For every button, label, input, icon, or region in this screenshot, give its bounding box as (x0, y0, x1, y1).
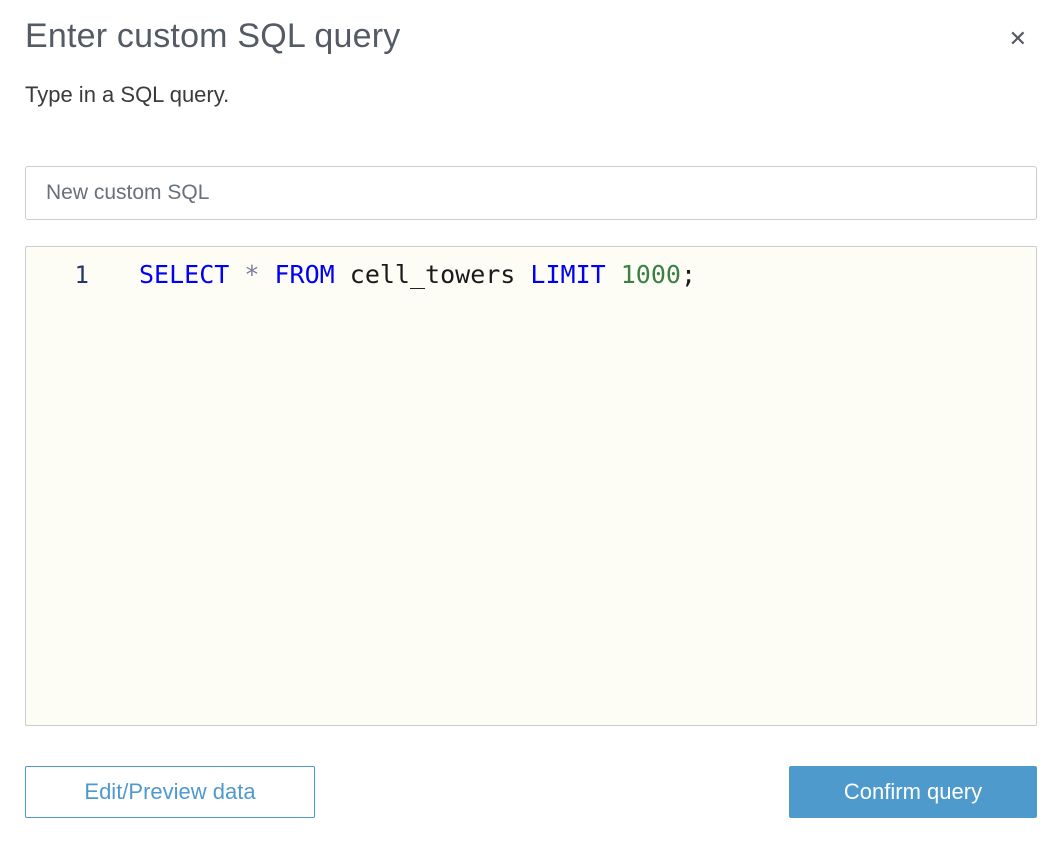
edit-preview-data-button[interactable]: Edit/Preview data (25, 766, 315, 819)
custom-sql-dialog: Enter custom SQL query ✕ Type in a SQL q… (0, 0, 1061, 845)
sql-token-plain (606, 260, 621, 289)
custom-sql-name-input[interactable] (25, 166, 1037, 221)
close-icon[interactable]: ✕ (1005, 24, 1031, 54)
dialog-header: Enter custom SQL query ✕ (25, 16, 1037, 56)
sql-token-keyword: SELECT (139, 260, 230, 290)
sql-token-number: 1000 (620, 260, 681, 290)
sql-token-plain (259, 260, 274, 289)
dialog-subtitle: Type in a SQL query. (25, 82, 230, 108)
dialog-title: Enter custom SQL query (25, 17, 401, 55)
sql-editor[interactable]: 1 SELECT * FROM cell_towers LIMIT 1000; (25, 246, 1037, 727)
sql-token-plain (335, 260, 350, 289)
sql-token-identifier: cell_towers (349, 260, 516, 290)
sql-token-operator: * (244, 260, 260, 290)
sql-token-keyword: LIMIT (530, 260, 606, 290)
sql-code: SELECT * FROM cell_towers LIMIT 1000; (89, 260, 696, 290)
dialog-footer: Edit/Preview data Confirm query (25, 766, 1037, 819)
sql-token-keyword: FROM (274, 260, 335, 290)
sql-token-punctuation: ; (680, 260, 697, 290)
code-line: 1 SELECT * FROM cell_towers LIMIT 1000; (26, 247, 1036, 290)
sql-token-plain (515, 260, 530, 289)
line-number: 1 (74, 261, 89, 290)
confirm-query-button[interactable]: Confirm query (789, 766, 1037, 819)
sql-token-plain (229, 260, 244, 289)
